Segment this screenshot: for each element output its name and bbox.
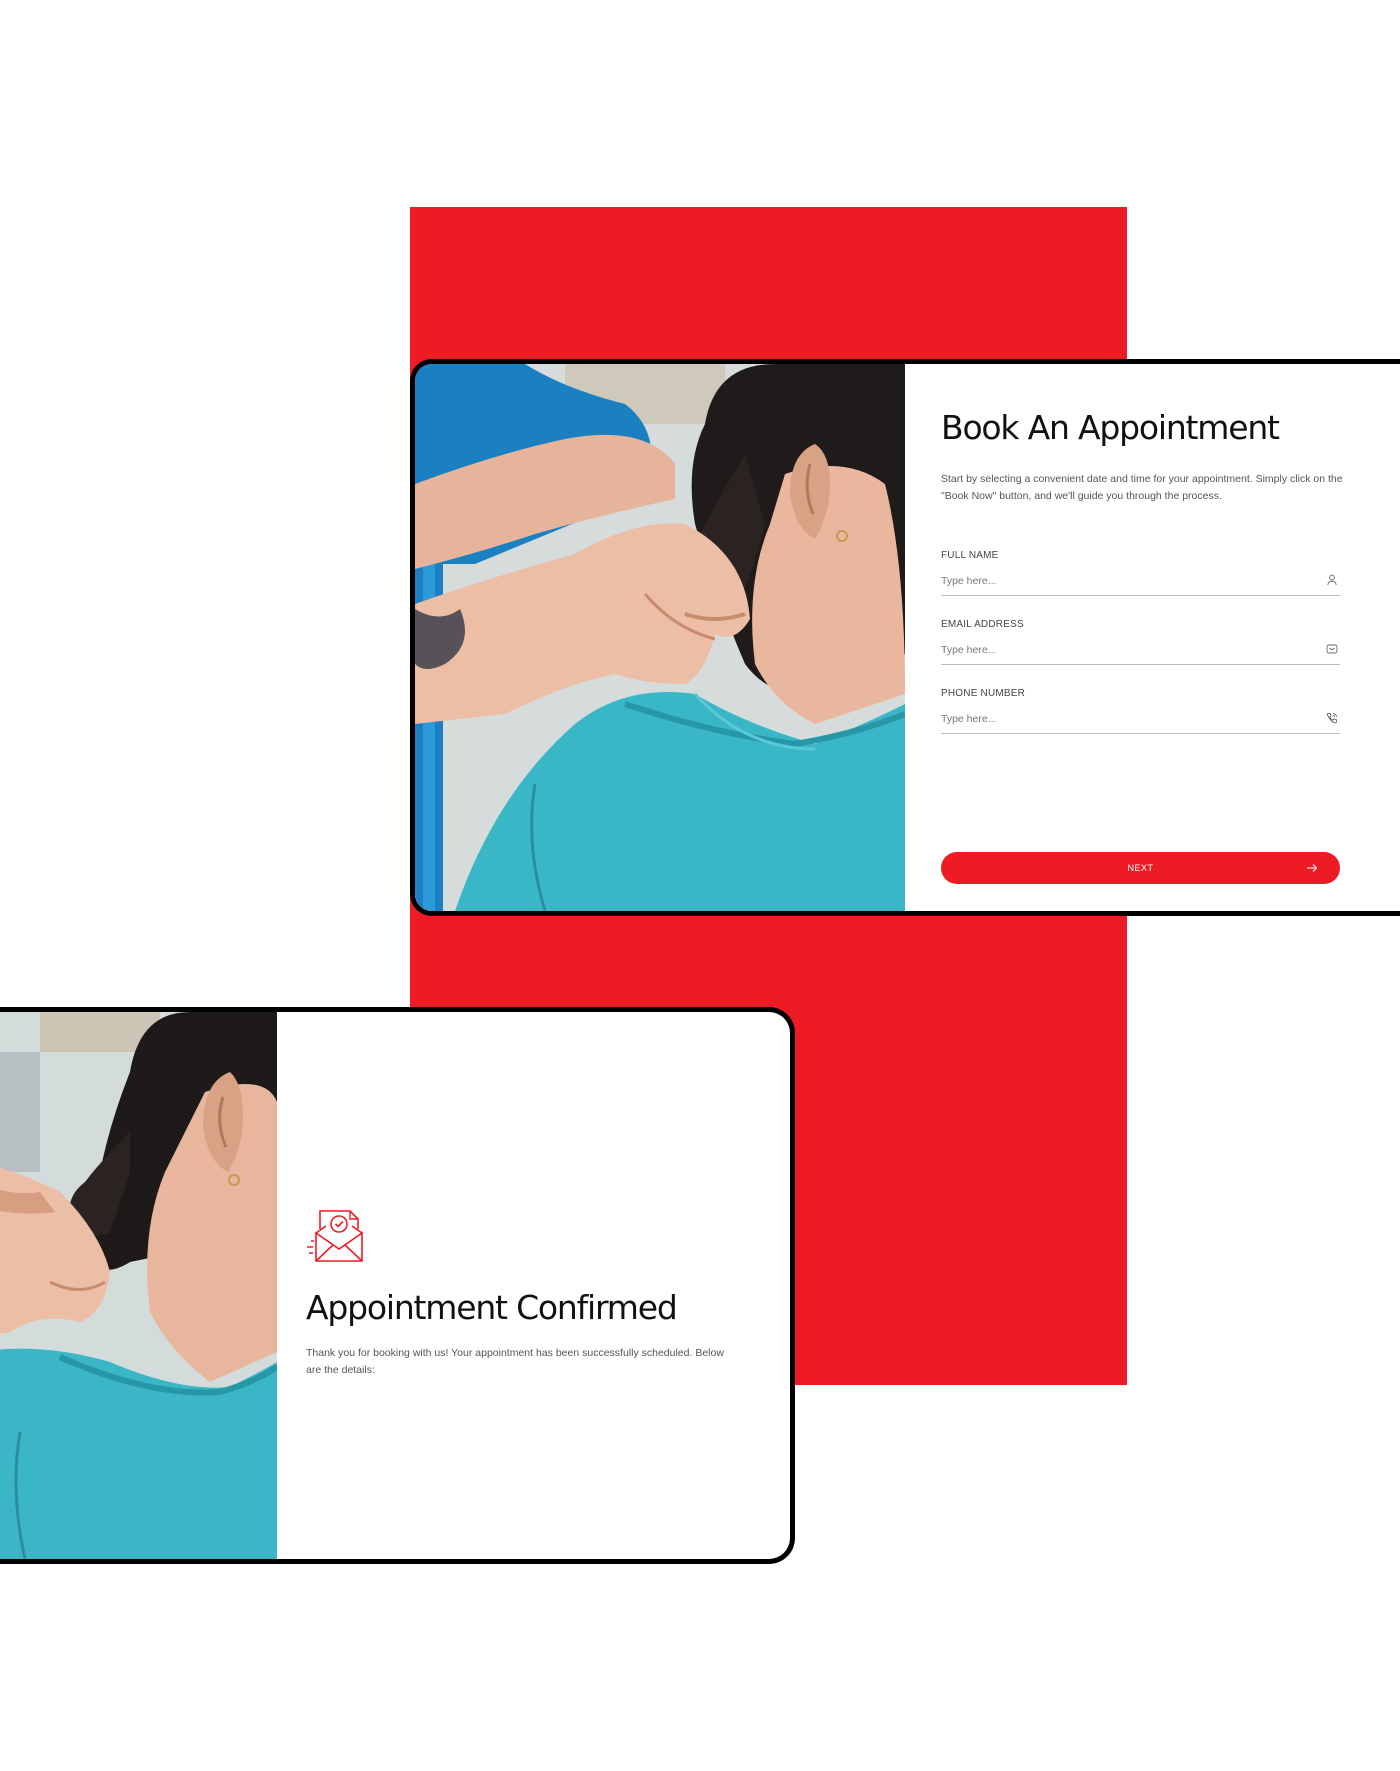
confirmation-title: Appointment Confirmed [306,1288,678,1327]
phone-label: PHONE NUMBER [941,688,1026,699]
booking-description: Start by selecting a convenient date and… [941,473,1343,502]
email-underline [941,664,1340,665]
full-name-label: FULL NAME [941,550,999,561]
phone-field: PHONE NUMBER [941,688,1340,738]
user-icon [1327,574,1337,586]
booking-card: Book An Appointment Start by selecting a… [410,359,1400,916]
arrow-right-icon [1307,864,1318,872]
email-input[interactable] [941,640,1311,660]
therapist-neck-massage-photo-crop [0,1012,277,1559]
email-label: EMAIL ADDRESS [941,619,1024,630]
email-field: EMAIL ADDRESS [941,619,1340,669]
next-button-label: NEXT [1127,863,1154,873]
phone-underline [941,733,1340,734]
next-button[interactable]: NEXT [941,852,1340,884]
confirmation-content: Appointment Confirmed Thank you for book… [306,1012,790,1559]
phone-icon [1326,713,1337,724]
booking-title: Book An Appointment [941,408,1280,447]
full-name-field: FULL NAME [941,550,1340,600]
confirmation-card: Appointment Confirmed Thank you for book… [0,1007,795,1564]
mail-icon [1326,644,1338,654]
therapist-neck-massage-photo [415,364,905,911]
booking-form: Book An Appointment Start by selecting a… [941,364,1400,911]
confirmation-description: Thank you for booking with us! Your appo… [306,1347,724,1376]
envelope-check-icon [307,1210,363,1262]
full-name-underline [941,595,1340,596]
phone-input[interactable] [941,709,1311,729]
full-name-input[interactable] [941,571,1311,591]
